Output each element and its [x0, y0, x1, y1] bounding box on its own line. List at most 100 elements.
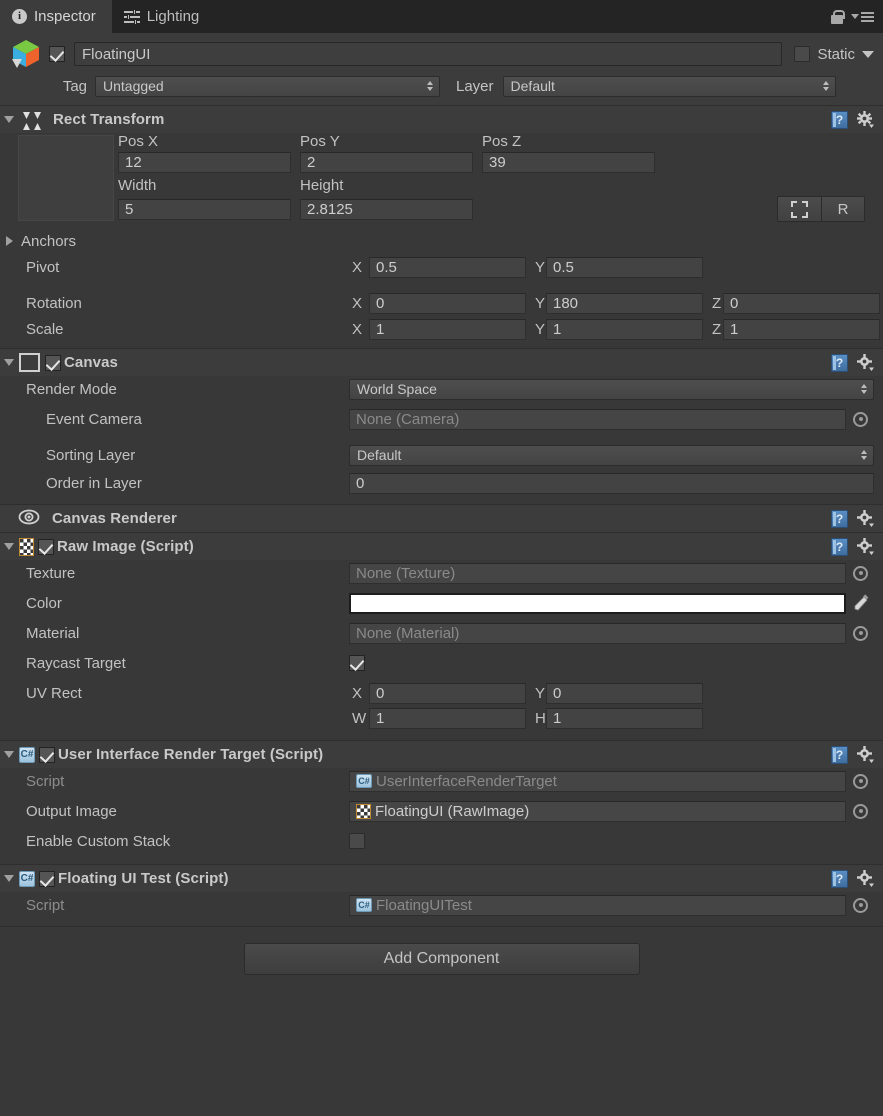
anchors-foldout-icon[interactable]	[6, 236, 13, 246]
gear-icon[interactable]	[857, 111, 874, 128]
tab-inspector[interactable]: i Inspector	[0, 0, 112, 34]
help-icon[interactable]: ?	[831, 110, 848, 129]
scale-y-prefix: Y	[535, 320, 546, 338]
ui-render-target-foldout-icon[interactable]	[4, 751, 14, 758]
uv-y-input[interactable]: 0	[546, 682, 703, 704]
scale-label: Scale	[26, 320, 64, 338]
tag-value: Untagged	[103, 78, 164, 94]
gear-icon[interactable]	[857, 354, 874, 371]
checkerboard-icon	[19, 537, 34, 556]
tag-dropdown[interactable]: Untagged	[95, 75, 440, 97]
fuit-script-input[interactable]: C# FloatingUITest	[349, 894, 846, 916]
raw-image-header[interactable]: Raw Image (Script) ?	[0, 533, 883, 560]
canvas-enabled-checkbox[interactable]	[45, 354, 61, 371]
lighting-icon	[123, 8, 140, 25]
sorting-layer-dropdown[interactable]: Default	[349, 444, 874, 466]
rect-transform-foldout-icon[interactable]	[4, 116, 14, 123]
add-component-button[interactable]: Add Component	[243, 943, 640, 975]
rect-transform-header[interactable]: Rect Transform ?	[0, 106, 883, 133]
ui-render-target-header[interactable]: C# User Interface Render Target (Script)…	[0, 741, 883, 768]
floating-ui-test-header[interactable]: C# Floating UI Test (Script) ?	[0, 865, 883, 892]
uirt-script-picker-icon[interactable]	[853, 773, 868, 789]
order-in-layer-input[interactable]: 0	[349, 472, 874, 494]
render-mode-dropdown[interactable]: World Space	[349, 378, 874, 400]
pos-y-input[interactable]: 2	[300, 152, 473, 173]
pos-z-input[interactable]: 39	[482, 152, 655, 173]
raw-image-enabled-checkbox[interactable]	[38, 538, 54, 555]
rotation-z-input[interactable]: 0	[723, 292, 880, 314]
output-image-value: FloatingUI (RawImage)	[375, 802, 530, 820]
rect-transform-fields: Pos X Pos Y Pos Z 12 2 39 Width Height 5…	[114, 133, 883, 222]
color-label: Color	[26, 594, 62, 612]
canvas-renderer-title: Canvas Renderer	[52, 510, 177, 527]
static-checkbox[interactable]	[794, 46, 811, 62]
gear-icon[interactable]	[857, 510, 874, 527]
menu-icon[interactable]	[851, 11, 874, 22]
width-input[interactable]: 5	[118, 198, 291, 220]
rotation-y-input[interactable]: 180	[546, 292, 703, 314]
output-image-picker-icon[interactable]	[853, 803, 868, 819]
canvas-title: Canvas	[64, 354, 118, 371]
canvas-renderer-header[interactable]: Canvas Renderer ?	[0, 505, 883, 532]
prefab-cube-icon[interactable]	[9, 37, 43, 71]
uv-w-input[interactable]: 1	[369, 707, 526, 729]
uirt-script-input[interactable]: C# UserInterfaceRenderTarget	[349, 770, 846, 792]
output-image-input[interactable]: FloatingUI (RawImage)	[349, 800, 846, 822]
lock-icon[interactable]	[831, 9, 845, 24]
uv-x-input[interactable]: 0	[369, 682, 526, 704]
width-label: Width	[118, 177, 157, 194]
gameobject-header: FloatingUI Static Tag Untagged Layer Def…	[0, 33, 883, 105]
canvas-header[interactable]: Canvas ?	[0, 349, 883, 376]
raycast-target-label: Raycast Target	[26, 654, 126, 672]
tab-lighting[interactable]: Lighting	[112, 0, 216, 33]
pivot-y-input[interactable]: 0.5	[546, 256, 703, 278]
add-component-area: Add Component	[0, 927, 883, 975]
sorting-layer-label: Sorting Layer	[46, 446, 136, 464]
floating-ui-test-enabled-checkbox[interactable]	[39, 870, 55, 887]
help-icon[interactable]: ?	[831, 745, 848, 764]
raw-edit-button[interactable]: R	[821, 196, 865, 222]
texture-picker-icon[interactable]	[853, 565, 868, 581]
event-camera-input[interactable]: None (Camera)	[349, 408, 846, 430]
eyedropper-icon[interactable]	[852, 594, 870, 612]
layer-dropdown[interactable]: Default	[502, 75, 836, 97]
material-picker-icon[interactable]	[853, 625, 868, 641]
enable-custom-stack-checkbox[interactable]	[349, 833, 365, 849]
pos-x-input[interactable]: 12	[118, 152, 291, 173]
height-input[interactable]: 2.8125	[300, 198, 473, 220]
ui-render-target-enabled-checkbox[interactable]	[39, 746, 55, 763]
pos-x-label: Pos X	[118, 133, 159, 150]
event-camera-picker-icon[interactable]	[853, 411, 868, 427]
scale-y-input[interactable]: 1	[546, 318, 703, 340]
material-row: Material None (Material)	[0, 620, 883, 646]
help-icon[interactable]: ?	[831, 353, 848, 372]
static-dropdown-arrow-icon[interactable]	[862, 50, 874, 58]
raycast-target-checkbox[interactable]	[349, 655, 365, 671]
blueprint-button[interactable]	[777, 196, 821, 222]
texture-input[interactable]: None (Texture)	[349, 562, 846, 584]
help-icon[interactable]: ?	[831, 509, 848, 528]
color-swatch[interactable]	[349, 592, 846, 614]
gear-icon[interactable]	[857, 746, 874, 763]
gameobject-name-input[interactable]: FloatingUI	[74, 42, 783, 66]
canvas-foldout-icon[interactable]	[4, 359, 14, 366]
uv-h-input[interactable]: 1	[546, 707, 703, 729]
scale-x-input[interactable]: 1	[369, 318, 526, 340]
scale-z-input[interactable]: 1	[723, 318, 880, 340]
enable-custom-stack-label: Enable Custom Stack	[26, 832, 171, 850]
gear-icon[interactable]	[857, 870, 874, 887]
material-input[interactable]: None (Material)	[349, 622, 846, 644]
raw-image-foldout-icon[interactable]	[4, 543, 14, 550]
pivot-x-input[interactable]: 0.5	[369, 256, 526, 278]
floating-ui-test-foldout-icon[interactable]	[4, 875, 14, 882]
checkerboard-icon	[356, 803, 371, 819]
anchors-row[interactable]: Anchors	[0, 228, 883, 254]
gear-icon[interactable]	[857, 538, 874, 555]
uv-x-prefix: X	[352, 684, 363, 702]
rotation-x-input[interactable]: 0	[369, 292, 526, 314]
sorting-layer-value: Default	[357, 447, 402, 463]
gameobject-enabled-checkbox[interactable]	[49, 46, 65, 62]
help-icon[interactable]: ?	[831, 869, 848, 888]
fuit-script-picker-icon[interactable]	[853, 897, 868, 913]
help-icon[interactable]: ?	[831, 537, 848, 556]
